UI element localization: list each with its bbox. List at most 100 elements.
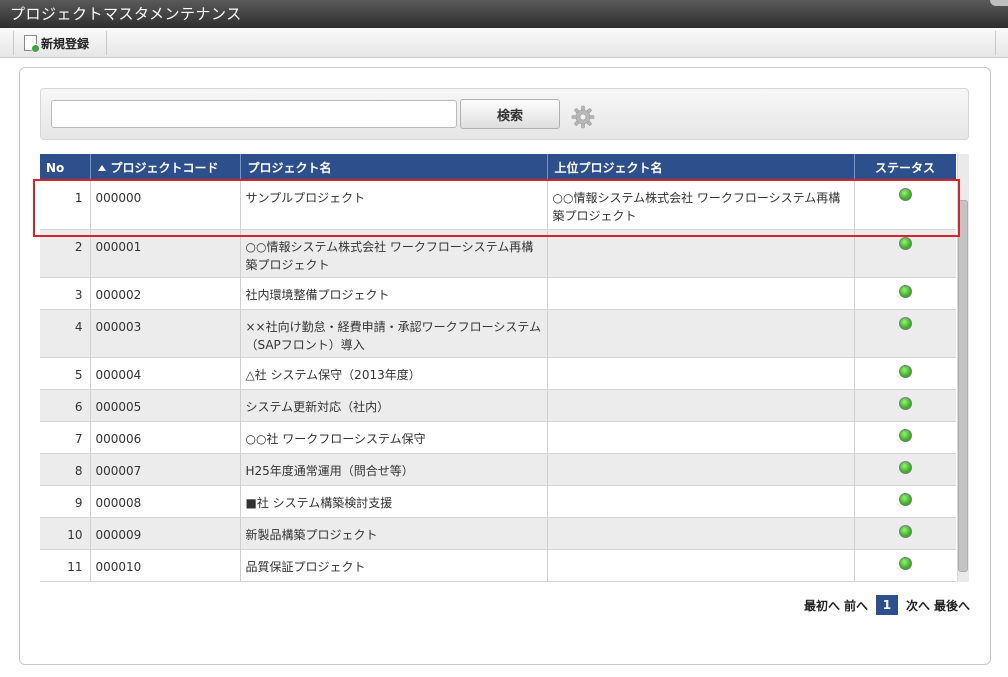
table-row[interactable]: 5 000004 △社 システム保守（2013年度）	[40, 357, 956, 390]
status-active-icon	[898, 492, 912, 506]
cell-parent	[547, 485, 855, 518]
cell-code: 000000	[90, 181, 241, 230]
cell-no: 5	[40, 357, 91, 390]
cell-name: システム更新対応（社内）	[240, 389, 548, 422]
title-bar: プロジェクトマスタメンテナンス	[0, 0, 1008, 28]
cell-parent	[547, 453, 855, 486]
pager-prev-link[interactable]: 前へ	[844, 597, 868, 614]
cell-no: 11	[40, 549, 91, 582]
cell-name: ○○情報システム株式会社 ワークフローシステム再構築プロジェクト	[240, 229, 548, 278]
cell-parent	[547, 357, 855, 390]
toolbar-divider	[995, 31, 996, 55]
table-row[interactable]: 8 000007 H25年度通常運用（問合せ等）	[40, 453, 956, 486]
cell-status	[854, 453, 956, 486]
pagination: 最初へ 前へ 1 次へ 最後へ	[780, 594, 970, 616]
table-row[interactable]: 6 000005 システム更新対応（社内）	[40, 389, 956, 422]
cell-status	[854, 549, 956, 582]
cell-parent	[547, 421, 855, 454]
pager-current-page: 1	[875, 595, 898, 615]
table-row[interactable]: 10 000009 新製品構築プロジェクト	[40, 517, 956, 550]
cell-parent	[547, 309, 855, 358]
cell-name: 品質保証プロジェクト	[240, 549, 548, 582]
cell-code: 000010	[90, 549, 241, 582]
cell-no: 6	[40, 389, 91, 422]
project-table-wrap: No プロジェクトコード プロジェクト名 上位プロジェクト名 ステータス 1 0…	[40, 154, 956, 582]
column-header-no[interactable]: No	[40, 154, 91, 181]
cell-no: 2	[40, 229, 91, 278]
project-table: No プロジェクトコード プロジェクト名 上位プロジェクト名 ステータス 1 0…	[40, 154, 956, 582]
cell-status	[854, 389, 956, 422]
status-active-icon	[898, 524, 912, 538]
new-registration-label: 新規登録	[41, 36, 90, 51]
cell-parent	[547, 389, 855, 422]
cell-name: △社 システム保守（2013年度）	[240, 357, 548, 390]
search-button[interactable]: 検索	[460, 99, 560, 129]
status-active-icon	[898, 556, 912, 570]
column-header-parent-project[interactable]: 上位プロジェクト名	[547, 154, 855, 181]
cell-status	[854, 517, 956, 550]
status-active-icon	[898, 284, 912, 298]
status-active-icon	[898, 236, 912, 250]
column-header-project-code-label: プロジェクトコード	[110, 161, 219, 175]
status-active-icon	[898, 316, 912, 330]
cell-status	[854, 421, 956, 454]
cell-name: ○○社 ワークフローシステム保守	[240, 421, 548, 454]
table-scrollbar-thumb[interactable]	[958, 200, 968, 572]
cell-no: 4	[40, 309, 91, 358]
table-row[interactable]: 3 000002 社内環境整備プロジェクト	[40, 277, 956, 310]
toolbar: 新規登録	[0, 28, 1008, 58]
cell-code: 000006	[90, 421, 241, 454]
cell-name: ××社向け勤怠・経費申請・承認ワークフローシステム（SAPフロント）導入	[240, 309, 548, 358]
cell-status	[854, 181, 956, 230]
column-header-project-name[interactable]: プロジェクト名	[240, 154, 548, 181]
table-row[interactable]: 1 000000 サンプルプロジェクト ○○情報システム株式会社 ワークフローシ…	[40, 181, 956, 230]
status-active-icon	[898, 460, 912, 474]
cell-no: 9	[40, 485, 91, 518]
cell-no: 7	[40, 421, 91, 454]
cell-parent	[547, 229, 855, 278]
status-active-icon	[898, 188, 912, 201]
search-input[interactable]	[51, 100, 457, 128]
cell-name: 社内環境整備プロジェクト	[240, 277, 548, 310]
cell-name: サンプルプロジェクト	[240, 181, 548, 230]
cell-code: 000005	[90, 389, 241, 422]
cell-no: 3	[40, 277, 91, 310]
table-row[interactable]: 4 000003 ××社向け勤怠・経費申請・承認ワークフローシステム（SAPフロ…	[40, 309, 956, 358]
pager-first-link[interactable]: 最初へ	[804, 597, 840, 614]
status-active-icon	[898, 364, 912, 378]
pager-last-link[interactable]: 最後へ	[934, 597, 970, 614]
pager-next-link[interactable]: 次へ	[906, 597, 930, 614]
window-corner	[990, 0, 1008, 6]
cell-name: H25年度通常運用（問合せ等）	[240, 453, 548, 486]
status-active-icon	[898, 396, 912, 410]
table-row[interactable]: 2 000001 ○○情報システム株式会社 ワークフローシステム再構築プロジェク…	[40, 229, 956, 278]
sort-asc-icon	[97, 165, 106, 171]
cell-status	[854, 357, 956, 390]
new-document-icon	[24, 35, 40, 53]
cell-name: 新製品構築プロジェクト	[240, 517, 548, 550]
cell-code: 000009	[90, 517, 241, 550]
cell-code: 000008	[90, 485, 241, 518]
cell-code: 000004	[90, 357, 241, 390]
cell-code: 000003	[90, 309, 241, 358]
new-registration-button[interactable]: 新規登録	[13, 31, 107, 55]
cell-code: 000007	[90, 453, 241, 486]
cell-no: 10	[40, 517, 91, 550]
column-header-status[interactable]: ステータス	[854, 154, 956, 181]
cell-code: 000002	[90, 277, 241, 310]
column-header-project-code[interactable]: プロジェクトコード	[90, 154, 241, 181]
table-row[interactable]: 9 000008 ■社 システム構築検討支援	[40, 485, 956, 518]
table-row[interactable]: 7 000006 ○○社 ワークフローシステム保守	[40, 421, 956, 454]
cell-status	[854, 229, 956, 278]
gear-icon[interactable]	[571, 105, 595, 129]
cell-parent	[547, 549, 855, 582]
window-title: プロジェクトマスタメンテナンス	[10, 5, 242, 23]
cell-parent: ○○情報システム株式会社 ワークフローシステム再構築プロジェクト	[547, 181, 855, 230]
status-active-icon	[898, 428, 912, 442]
cell-status	[854, 277, 956, 310]
table-row[interactable]: 11 000010 品質保証プロジェクト	[40, 549, 956, 582]
cell-status	[854, 309, 956, 358]
cell-no: 1	[40, 181, 91, 230]
cell-name: ■社 システム構築検討支援	[240, 485, 548, 518]
cell-no: 8	[40, 453, 91, 486]
